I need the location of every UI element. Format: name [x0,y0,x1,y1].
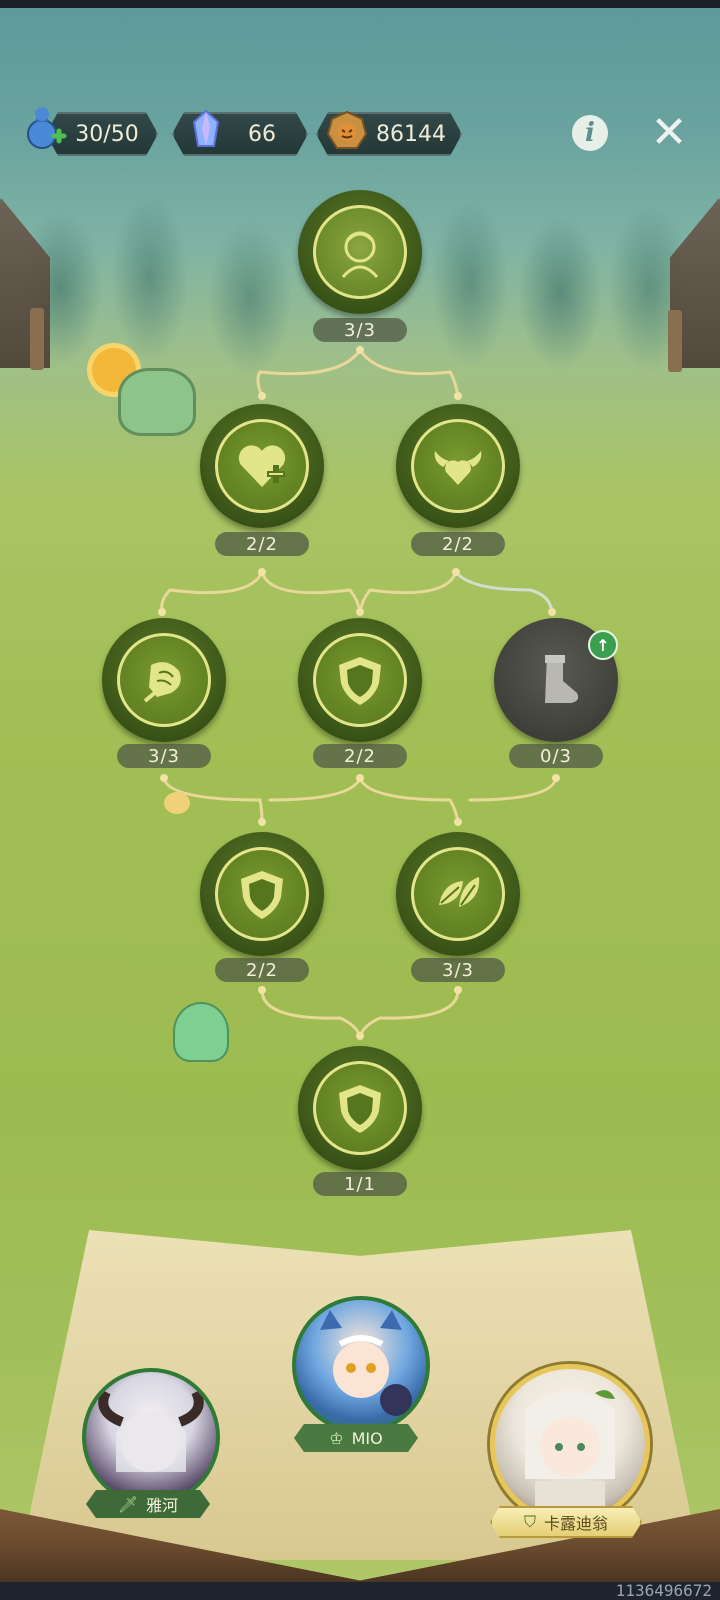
progress-badge: 2/2 [411,532,505,556]
progress-badge: 1/1 [313,1172,407,1196]
slime-critter-icon [118,368,196,436]
boot-icon [545,655,579,703]
shield-icon: ⛉ [523,1512,536,1531]
info-button[interactable]: i [572,115,608,151]
crown-icon: ♔ [329,1428,344,1448]
winged-heart-icon [434,451,482,485]
skill-node-leaf[interactable] [396,832,520,956]
character-tag-kaludiweng[interactable]: ⛉ 卡露迪翁 [490,1506,642,1538]
skill-node-portrait[interactable] [298,190,422,314]
shield-icon [241,871,283,919]
shield-icon [339,1085,381,1133]
gold-value: 86144 [376,121,446,147]
skill-node-shield[interactable] [298,618,422,742]
shield-icon [339,657,381,705]
character-portrait-kaludiweng[interactable] [490,1364,650,1524]
progress-badge: 0/3 [509,744,603,768]
player-id: 1136496672 [615,1581,712,1600]
potion-icon[interactable] [20,104,70,154]
sword-icon: 🗡 [117,1494,139,1514]
character-portrait-mio[interactable] [292,1296,430,1434]
heart-plus-icon [238,445,286,487]
leaf-icon [439,877,480,907]
progress-badge: 3/3 [313,318,407,342]
skill-node-winged-heart[interactable] [396,404,520,528]
character-tag-mio[interactable]: ♔ MIO [294,1424,418,1452]
stamina-value: 30/50 [75,121,139,147]
skill-node-shield[interactable] [200,832,324,956]
gem-value: 66 [248,121,276,147]
character-name: 卡露迪翁 [544,1514,609,1533]
progress-badge: 2/2 [215,532,309,556]
character-name: 雅河 [146,1496,179,1515]
status-strip [0,0,720,8]
character-tag-yahe[interactable]: 🗡 雅河 [86,1490,210,1518]
rose-icon [143,662,181,703]
chick-critter-icon [164,792,190,814]
skill-node-shield-final[interactable] [298,1046,422,1170]
upgrade-available-icon: ↑ [588,630,618,660]
progress-badge: 3/3 [411,958,505,982]
progress-badge: 2/2 [313,744,407,768]
skill-node-heart-plus[interactable] [200,404,324,528]
pumpkin-coin-icon [326,110,368,152]
player-id-bar: 1136496672 [0,1582,720,1600]
character-name: MIO [351,1428,383,1448]
progress-badge: 2/2 [215,958,309,982]
ghost-critter-icon [173,1002,229,1062]
crystal-icon [184,108,228,152]
portrait-icon [341,231,379,279]
progress-badge: 3/3 [117,744,211,768]
character-portrait-yahe[interactable] [82,1368,220,1506]
skill-tree-connectors [158,346,560,1040]
skill-node-rose[interactable] [102,618,226,742]
close-button[interactable]: ✕ [648,111,690,155]
